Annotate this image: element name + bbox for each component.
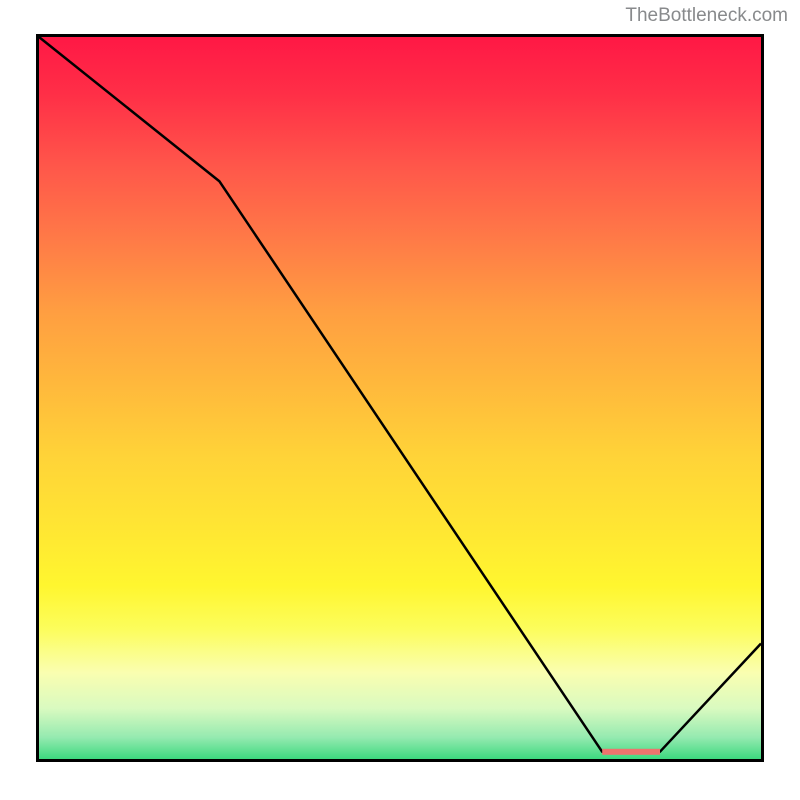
chart-plot-area	[36, 34, 764, 762]
bottleneck-curve-line	[39, 37, 761, 752]
chart-svg	[39, 37, 761, 759]
watermark-text: TheBottleneck.com	[625, 5, 788, 27]
optimal-range-marker	[602, 749, 660, 755]
